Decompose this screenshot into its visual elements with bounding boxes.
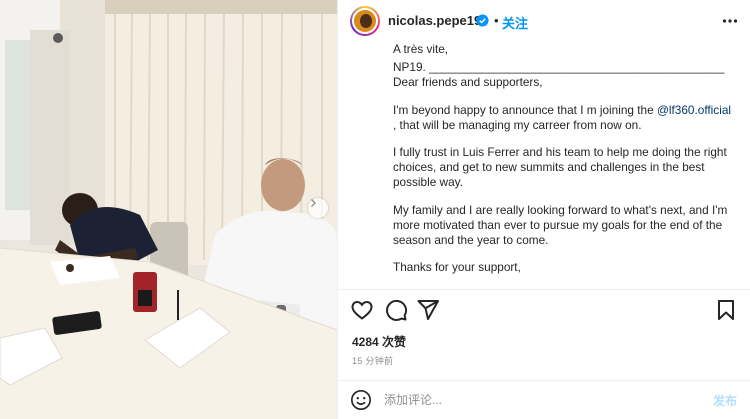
comment-input[interactable]: [384, 391, 684, 409]
avatar[interactable]: [350, 6, 380, 36]
post-comment-button[interactable]: 发布: [713, 392, 737, 409]
follow-button[interactable]: 关注: [502, 13, 528, 32]
action-bar: [338, 298, 750, 322]
mention-link[interactable]: @lf360.official: [657, 103, 731, 117]
instagram-post: nicolas.pepe19 • 关注 A très vite, NP19. _…: [0, 0, 750, 419]
caption-paragraph-announcement: I'm beyond happy to announce that I m jo…: [393, 103, 731, 133]
author-username[interactable]: nicolas.pepe19: [388, 13, 481, 28]
header-separator: •: [494, 13, 499, 28]
caption-paragraph: I fully trust in Luis Ferrer and his tea…: [393, 145, 727, 190]
caption-paragraph: Thanks for your support,: [393, 260, 521, 275]
verified-badge-icon: [476, 14, 489, 27]
caption-line: NP19. __________________________________…: [393, 60, 725, 90]
post-caption: A très vite, NP19. _____________________…: [393, 42, 731, 290]
caption-line: A très vite,: [393, 42, 449, 56]
carousel-next-button[interactable]: [308, 198, 328, 218]
post-panel: nicolas.pepe19 • 关注 A très vite, NP19. _…: [337, 0, 750, 419]
heart-icon[interactable]: [350, 298, 374, 322]
share-icon[interactable]: [416, 298, 440, 322]
bookmark-icon[interactable]: [714, 298, 738, 322]
post-header: nicolas.pepe19 • 关注: [338, 0, 750, 42]
divider: [338, 289, 750, 290]
comment-bar: 发布: [338, 380, 750, 419]
comment-icon[interactable]: [384, 298, 408, 322]
caption-text: I'm beyond happy to announce that I m jo…: [393, 102, 654, 117]
likes-count[interactable]: 4284 次赞: [352, 333, 406, 350]
post-timestamp[interactable]: 15 分钟前: [352, 354, 393, 367]
chevron-right-icon: [311, 199, 316, 207]
caption-paragraph: My family and I are really looking forwa…: [393, 202, 728, 248]
caption-text: , that will be managing my carreer from …: [393, 117, 642, 132]
signing-photo-illustration: [0, 0, 337, 419]
emoji-icon[interactable]: [350, 389, 372, 411]
post-photo[interactable]: [0, 0, 337, 419]
more-icon[interactable]: [722, 15, 738, 27]
